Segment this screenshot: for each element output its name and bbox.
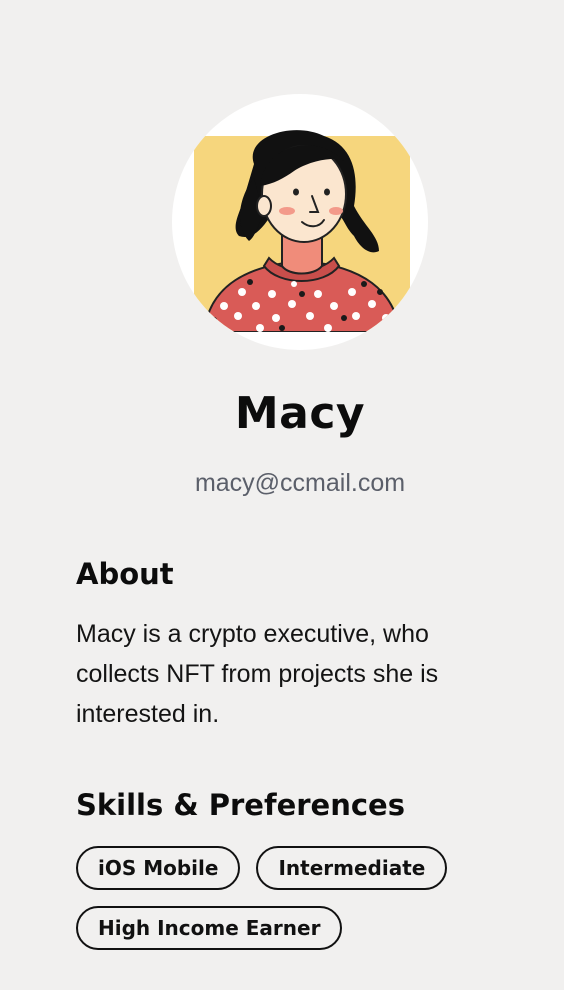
profile-name: Macy: [234, 388, 366, 439]
about-heading: About: [76, 557, 174, 591]
avatar[interactable]: [172, 94, 428, 350]
skills-tag-list: iOS Mobile Intermediate High Income Earn…: [76, 846, 516, 950]
avatar-illustration: [194, 130, 410, 332]
profile-email[interactable]: macy@ccmail.com: [0, 466, 564, 500]
tag-ios-mobile[interactable]: iOS Mobile: [76, 846, 241, 890]
about-description: Macy is a crypto executive, who collects…: [76, 620, 439, 728]
tag-high-income-earner[interactable]: High Income Earner: [76, 906, 343, 950]
skills-heading: Skills & Preferences: [76, 788, 405, 822]
tag-intermediate[interactable]: Intermediate: [256, 846, 448, 890]
